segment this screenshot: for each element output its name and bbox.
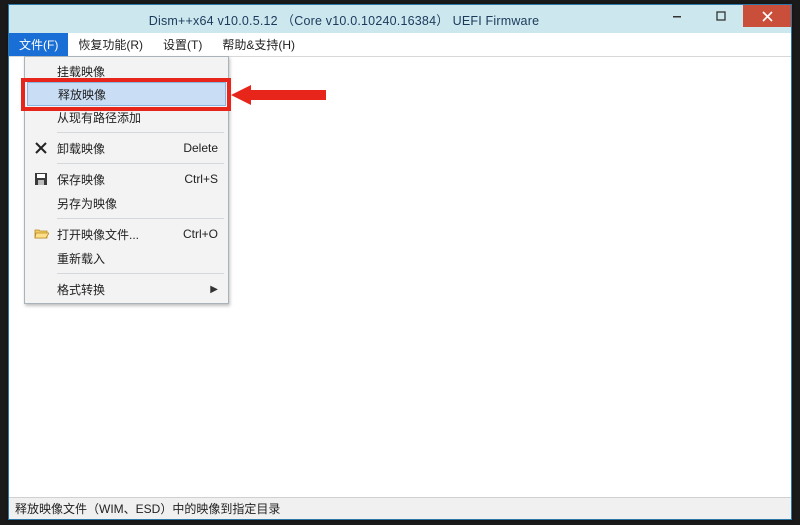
minimize-button[interactable] bbox=[655, 5, 699, 27]
menu-separator bbox=[57, 218, 224, 219]
menu-separator bbox=[57, 273, 224, 274]
menu-item-unmount-image[interactable]: 卸载映像 Delete bbox=[27, 136, 226, 160]
minimize-icon bbox=[672, 11, 682, 21]
menu-file[interactable]: 文件(F) bbox=[9, 33, 68, 56]
app-window: Dism++x64 v10.0.5.12 （Core v10.0.10240.1… bbox=[8, 4, 792, 520]
titlebar: Dism++x64 v10.0.5.12 （Core v10.0.10240.1… bbox=[9, 5, 791, 33]
maximize-icon bbox=[716, 11, 726, 21]
menu-item-label: 释放映像 bbox=[58, 86, 106, 103]
menu-item-label: 格式转换 bbox=[57, 281, 105, 298]
menu-item-save-as-image[interactable]: 另存为映像 bbox=[27, 191, 226, 215]
delete-x-icon bbox=[32, 139, 50, 157]
menu-item-label: 从现有路径添加 bbox=[57, 109, 141, 126]
menu-item-reload[interactable]: 重新载入 bbox=[27, 246, 226, 270]
maximize-button[interactable] bbox=[699, 5, 743, 27]
save-disk-icon bbox=[32, 170, 50, 188]
menu-settings[interactable]: 设置(T) bbox=[153, 33, 212, 56]
menu-item-label: 重新载入 bbox=[57, 250, 105, 267]
chevron-right-icon: ▶ bbox=[210, 284, 218, 295]
menu-item-label: 挂载映像 bbox=[57, 63, 105, 80]
menu-item-label: 保存映像 bbox=[57, 171, 105, 188]
menu-help[interactable]: 帮助&支持(H) bbox=[212, 33, 305, 56]
close-button[interactable] bbox=[743, 5, 791, 27]
menu-item-label: 卸载映像 bbox=[57, 140, 105, 157]
menu-item-format-convert[interactable]: 格式转换 ▶ bbox=[27, 277, 226, 301]
menu-recovery[interactable]: 恢复功能(R) bbox=[68, 33, 153, 56]
menu-item-add-from-path[interactable]: 从现有路径添加 bbox=[27, 105, 226, 129]
menu-item-shortcut: Ctrl+S bbox=[184, 172, 218, 186]
menu-item-mount-image[interactable]: 挂载映像 bbox=[27, 59, 226, 83]
menu-item-label: 另存为映像 bbox=[57, 195, 117, 212]
menu-item-label: 打开映像文件... bbox=[57, 226, 139, 243]
statusbar-text: 释放映像文件（WIM、ESD）中的映像到指定目录 bbox=[15, 500, 280, 517]
window-title: Dism++x64 v10.0.5.12 （Core v10.0.10240.1… bbox=[17, 10, 671, 29]
menubar: 文件(F) 恢复功能(R) 设置(T) 帮助&支持(H) bbox=[9, 33, 791, 57]
menu-item-open-image-file[interactable]: 打开映像文件... Ctrl+O bbox=[27, 222, 226, 246]
menu-item-release-image[interactable]: 释放映像 bbox=[27, 82, 226, 106]
menu-separator bbox=[57, 132, 224, 133]
menu-item-shortcut: Delete bbox=[183, 141, 218, 155]
menu-separator bbox=[57, 163, 224, 164]
folder-open-icon bbox=[32, 225, 50, 243]
statusbar: 释放映像文件（WIM、ESD）中的映像到指定目录 bbox=[9, 497, 791, 519]
file-menu-dropdown: 挂载映像 释放映像 从现有路径添加 卸载映像 Delete 保存映像 Ctrl+… bbox=[24, 56, 229, 304]
menu-item-save-image[interactable]: 保存映像 Ctrl+S bbox=[27, 167, 226, 191]
menu-item-shortcut: Ctrl+O bbox=[183, 227, 218, 241]
window-controls bbox=[655, 5, 791, 27]
close-icon bbox=[762, 11, 773, 22]
